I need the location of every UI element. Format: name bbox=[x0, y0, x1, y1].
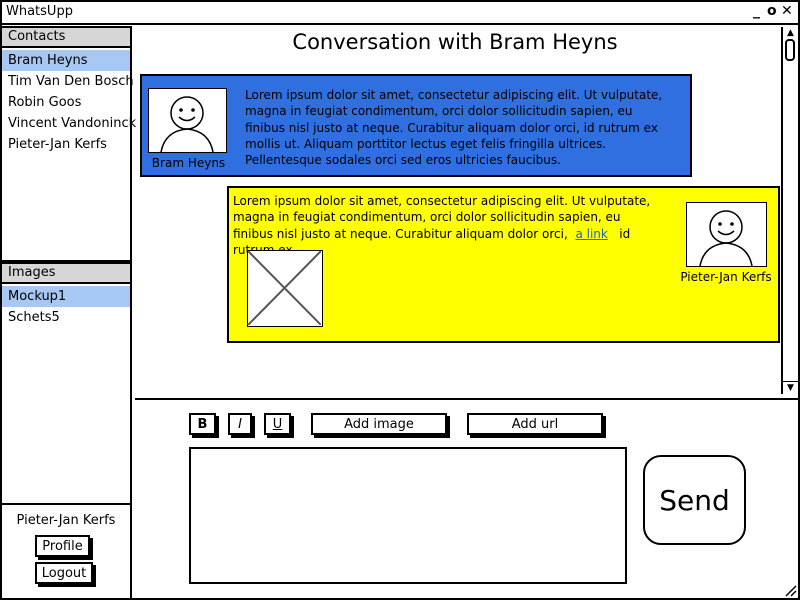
message-text: Lorem ipsum dolor sit amet, consectetur … bbox=[245, 88, 663, 168]
conversation-title: Conversation with Bram Heyns bbox=[292, 30, 618, 54]
message-link[interactable]: a link bbox=[575, 227, 607, 241]
scroll-up-icon[interactable]: ▲ bbox=[783, 27, 798, 39]
maximize-icon[interactable]: o bbox=[767, 3, 777, 19]
contact-item[interactable]: Pieter-Jan Kerfs bbox=[2, 134, 130, 155]
profile-button[interactable]: Profile bbox=[35, 535, 90, 557]
user-avatar-icon bbox=[160, 96, 214, 153]
conversation-scrollbar[interactable]: ▲ ▼ bbox=[781, 27, 798, 394]
contact-item[interactable]: Vincent Vandoninck bbox=[2, 113, 136, 134]
divider bbox=[135, 398, 798, 400]
message-bubble: Lorem ipsum dolor sit amet, consectetur … bbox=[227, 186, 780, 343]
avatar bbox=[686, 202, 767, 267]
logout-button[interactable]: Logout bbox=[35, 562, 93, 584]
message-input[interactable] bbox=[189, 447, 627, 584]
contact-item[interactable]: Bram Heyns bbox=[2, 50, 130, 71]
current-user-name: Pieter-Jan Kerfs bbox=[16, 513, 116, 528]
resize-grip-icon[interactable] bbox=[783, 582, 797, 597]
user-avatar-icon bbox=[699, 210, 753, 267]
send-button[interactable]: Send bbox=[643, 455, 746, 545]
close-icon[interactable]: ✕ bbox=[781, 3, 793, 19]
message-bubble: Bram Heyns Lorem ipsum dolor sit amet, c… bbox=[140, 74, 692, 177]
user-panel: Pieter-Jan Kerfs Profile Logout bbox=[0, 503, 132, 600]
app-title: WhatsUpp bbox=[6, 4, 73, 19]
contacts-panel: Contacts Bram Heyns Tim Van Den Bosch Ro… bbox=[0, 26, 136, 262]
image-placeholder-icon[interactable] bbox=[247, 250, 323, 327]
image-item[interactable]: Mockup1 bbox=[2, 286, 130, 307]
message-text: Lorem ipsum dolor sit amet, consectetur … bbox=[233, 193, 663, 258]
contact-item[interactable]: Tim Van Den Bosch bbox=[2, 71, 134, 92]
add-image-button[interactable]: Add image bbox=[311, 413, 447, 435]
sender-name: Bram Heyns bbox=[151, 156, 226, 170]
images-panel: Images Mockup1 Schets5 bbox=[0, 262, 132, 505]
italic-button[interactable]: I bbox=[228, 413, 252, 435]
scroll-down-icon[interactable]: ▼ bbox=[783, 381, 798, 393]
image-item[interactable]: Schets5 bbox=[2, 307, 130, 328]
title-bar: WhatsUpp _ o ✕ bbox=[0, 0, 800, 25]
add-url-button[interactable]: Add url bbox=[467, 413, 603, 435]
sender-name: Pieter-Jan Kerfs bbox=[680, 270, 772, 284]
images-header: Images bbox=[2, 264, 130, 284]
minimize-icon[interactable]: _ bbox=[753, 3, 760, 19]
underline-button[interactable]: U bbox=[264, 413, 291, 435]
avatar bbox=[148, 88, 227, 153]
contact-item[interactable]: Robin Goos bbox=[2, 92, 130, 113]
scroll-thumb[interactable] bbox=[785, 39, 795, 61]
bold-button[interactable]: B bbox=[189, 413, 216, 435]
contacts-header: Contacts bbox=[2, 28, 130, 48]
